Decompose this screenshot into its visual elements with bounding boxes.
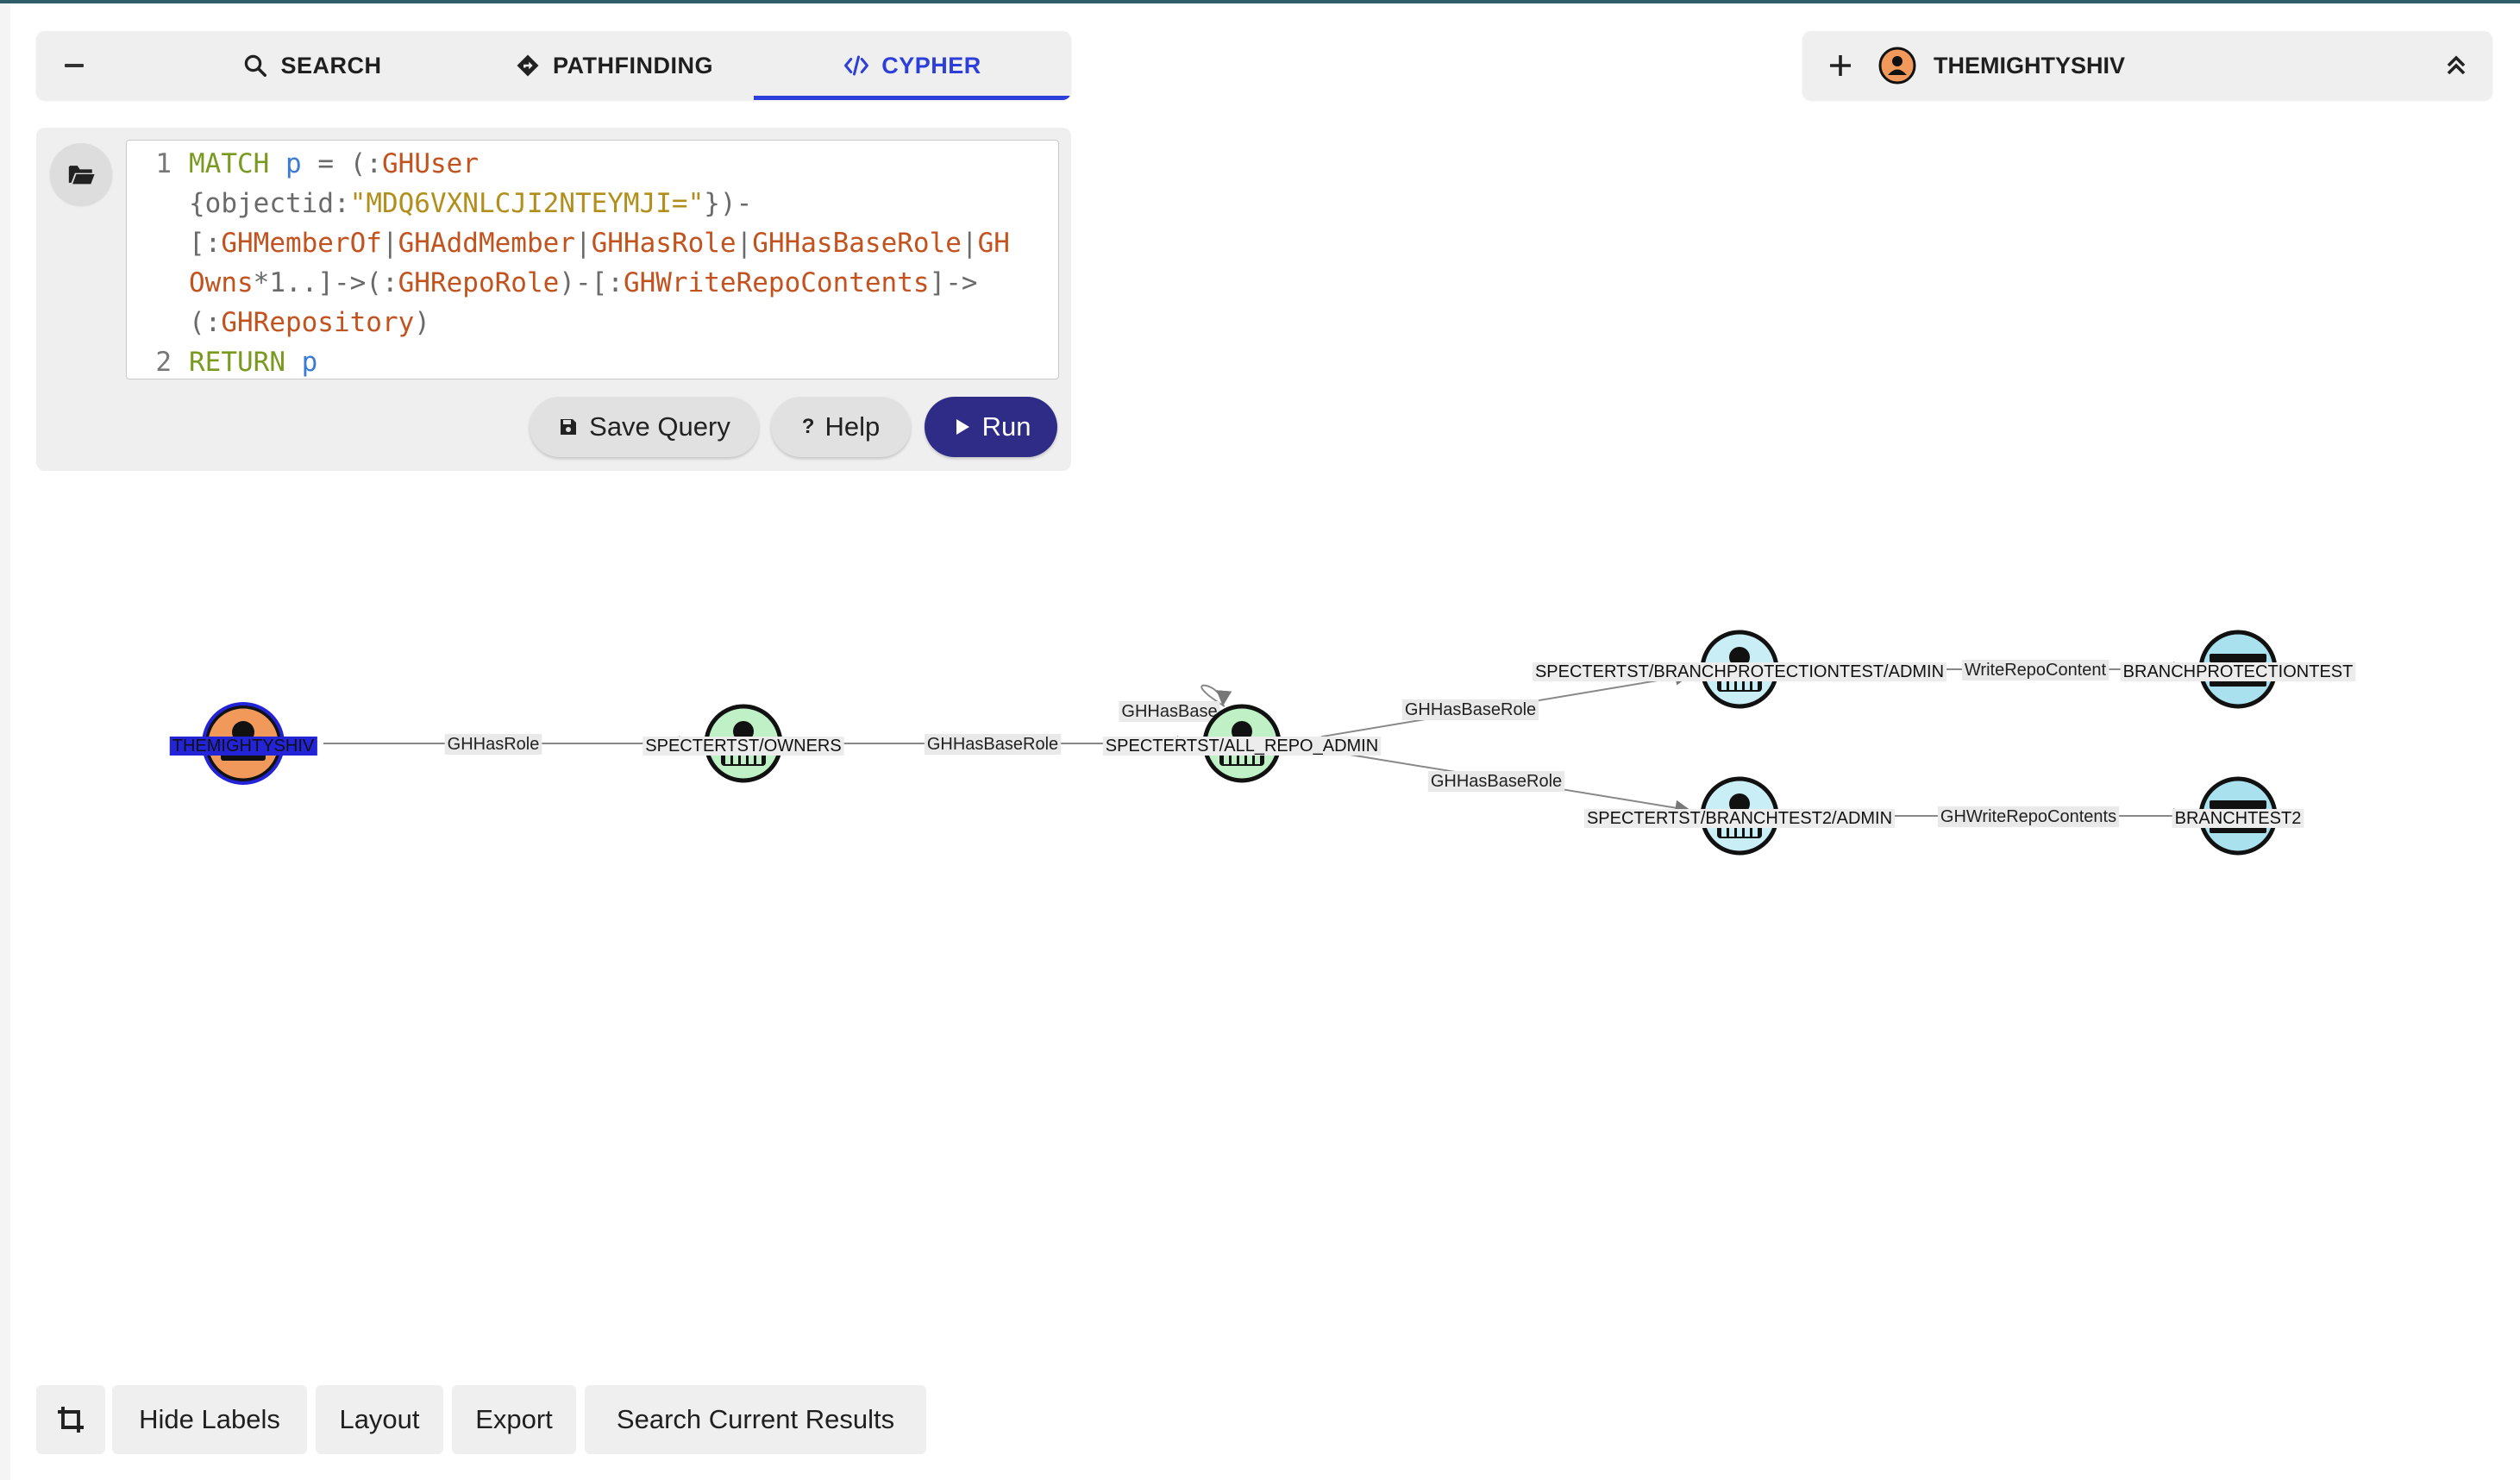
top-accent-line: [0, 0, 2520, 3]
export-button[interactable]: Export: [452, 1385, 576, 1454]
graph-edge[interactable]: GHHasBaseRole: [1320, 749, 1691, 816]
node-label: SPECTERTST/BRANCHTEST2/ADMIN: [1587, 809, 1892, 828]
edge-label: GHHasRole: [448, 735, 540, 754]
node-label: SPECTERTST/OWNERS: [645, 737, 841, 756]
plus-icon[interactable]: [1825, 50, 1856, 81]
help-button[interactable]: ? Help: [771, 397, 911, 457]
edge-label: WriteRepoContent: [1965, 661, 2107, 680]
graph-node-repo-role[interactable]: SPECTERTST/BRANCHTEST2/ADMIN: [1583, 776, 1896, 856]
cypher-query-panel: 1 2 MATCH p = (:GHUser {objectid:"MDQ6VXN…: [36, 128, 1071, 471]
query-line: MATCH p = (:GHUser: [189, 148, 479, 179]
tab-pathfinding[interactable]: PATHFINDING: [467, 31, 761, 100]
run-label: Run: [981, 411, 1031, 442]
help-label: Help: [824, 411, 881, 442]
edge-label: GHWriteRepoContents: [1940, 807, 2116, 826]
layout-button[interactable]: Layout: [316, 1385, 443, 1454]
play-icon: [956, 419, 969, 435]
code-icon: [844, 55, 869, 76]
graph-edge[interactable]: GHHasBaseRole: [1320, 669, 1691, 738]
edge-label: GHHasBaseRole: [1431, 772, 1562, 791]
minus-icon: [65, 64, 84, 67]
graph-node-repository[interactable]: BRANCHPROTECTIONTEST: [2120, 630, 2356, 709]
graph-node-user[interactable]: THEMIGHTYSHIV: [169, 702, 317, 785]
edge-label: GHHasBase: [1121, 702, 1217, 721]
node-label: SPECTERTST/BRANCHPROTECTIONTEST/ADMIN: [1535, 662, 1944, 681]
graph-node-team[interactable]: SPECTERTST/OWNERS: [643, 704, 844, 783]
graph-node-repo-role[interactable]: SPECTERTST/BRANCHPROTECTIONTEST/ADMIN: [1532, 630, 1947, 709]
graph-edge[interactable]: GHHasRole: [323, 734, 694, 755]
collapse-panel-button[interactable]: [36, 31, 112, 100]
graph-edge[interactable]: GHHasBase: [1119, 684, 1232, 722]
line-number-gutter: 1 2: [127, 144, 172, 378]
saved-queries-button[interactable]: [50, 143, 112, 205]
chevron-double-up-icon[interactable]: [2441, 50, 2472, 81]
run-button[interactable]: Run: [925, 397, 1057, 457]
node-label: BRANCHPROTECTIONTEST: [2123, 662, 2354, 681]
tab-search[interactable]: SEARCH: [183, 31, 442, 100]
graph-canvas[interactable]: GHHasRole GHHasBaseRole GHHasBase GHHasBase…: [0, 483, 2520, 1345]
folder-open-icon: [68, 166, 95, 185]
edge-label: GHHasBaseRole: [1405, 700, 1536, 719]
line-number: 2: [155, 347, 172, 378]
query-line: Owns*1..]->(:GHRepoRole)-[:GHWriteRepoCo…: [189, 267, 978, 298]
graph-node-repository[interactable]: BRANCHTEST2: [2172, 776, 2304, 856]
save-icon: [561, 419, 577, 435]
line-number: 1: [155, 148, 172, 179]
user-avatar-icon: [1878, 47, 1916, 85]
node-label: SPECTERTST/ALL_REPO_ADMIN: [1106, 737, 1378, 756]
node-label: THEMIGHTYSHIV: [172, 737, 315, 756]
route-icon: [517, 54, 539, 77]
query-line: (:GHRepository): [189, 307, 430, 338]
query-line: [:GHMemberOf|GHAddMember|GHHasRole|GHHas…: [189, 228, 1010, 259]
save-query-button[interactable]: Save Query: [530, 397, 759, 457]
question-icon: ?: [801, 415, 815, 438]
tab-label: PATHFINDING: [553, 52, 713, 78]
query-line: RETURN p: [189, 347, 318, 378]
user-context-bar: THEMIGHTYSHIV: [1802, 31, 2492, 100]
save-query-label: Save Query: [589, 411, 730, 442]
node-label: BRANCHTEST2: [2175, 809, 2302, 828]
tab-cypher[interactable]: CYPHER: [754, 31, 1071, 100]
hide-labels-button[interactable]: Hide Labels: [112, 1385, 307, 1454]
user-name: THEMIGHTYSHIV: [1934, 53, 2126, 78]
explore-tab-bar: SEARCH PATHFINDING CYPHER: [36, 31, 1071, 100]
query-line: {objectid:"MDQ6VXNLCJI2NTEYMJI="})-: [189, 188, 753, 219]
crop-fit-button[interactable]: [36, 1385, 105, 1454]
tab-label: SEARCH: [280, 52, 382, 78]
edge-label: GHHasBaseRole: [927, 735, 1058, 754]
search-current-results-button[interactable]: Search Current Results: [585, 1385, 926, 1454]
cypher-editor[interactable]: 1 2 MATCH p = (:GHUser {objectid:"MDQ6VXN…: [126, 140, 1059, 379]
crop-icon: [58, 1407, 84, 1433]
search-icon: [245, 54, 267, 77]
tab-label: CYPHER: [881, 52, 981, 78]
